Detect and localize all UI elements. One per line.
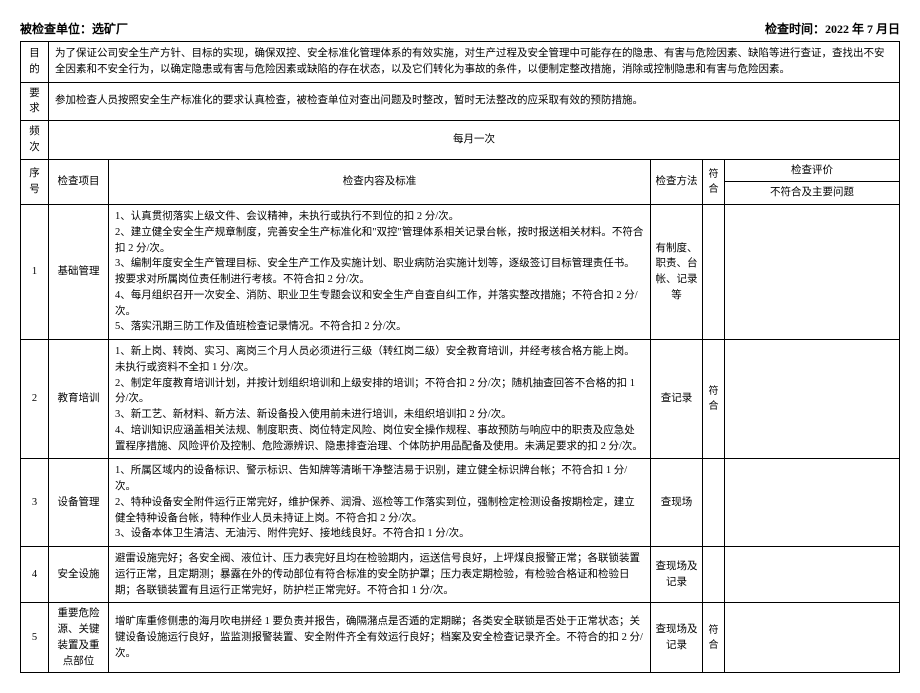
method-cell: 查现场及记录 xyxy=(651,547,703,603)
seq-cell: 3 xyxy=(21,459,49,547)
method-cell: 查现场及记录 xyxy=(651,603,703,673)
content-cell: 1、所属区域内的设备标识、警示标识、告知牌等清晰干净整洁易于识别，建立健全标识牌… xyxy=(109,459,651,547)
eval-cell xyxy=(725,205,900,340)
content-header: 检查内容及标准 xyxy=(109,159,651,205)
fuhe-cell: 符合 xyxy=(703,340,725,459)
item-cell: 基础管理 xyxy=(49,205,109,340)
item-cell: 安全设施 xyxy=(49,547,109,603)
fuhe-cell xyxy=(703,547,725,603)
fuhe-cell xyxy=(703,459,725,547)
table-row: 5重要危险源、关键装置及重点部位增旷库重修侧患的海月吹电拼经 1 要负责并报告，… xyxy=(21,603,900,673)
eval-cell xyxy=(725,340,900,459)
unit-label: 被检查单位：选矿厂 xyxy=(20,20,128,37)
inspection-table: 目的 为了保证公司安全生产方针、目标的实现，确保双控、安全标准化管理体系的有效实… xyxy=(20,41,900,673)
purpose-row: 目的 为了保证公司安全生产方针、目标的实现，确保双控、安全标准化管理体系的有效实… xyxy=(21,42,900,83)
eval-sub-header: 不符合及主要问题 xyxy=(725,182,900,205)
seq-cell: 4 xyxy=(21,547,49,603)
method-cell: 查现场 xyxy=(651,459,703,547)
method-cell: 查记录 xyxy=(651,340,703,459)
table-row: 3设备管理1、所属区域内的设备标识、警示标识、告知牌等清晰干净整洁易于识别，建立… xyxy=(21,459,900,547)
require-label: 要求 xyxy=(21,82,49,121)
seq-cell: 2 xyxy=(21,340,49,459)
content-cell: 1、认真贯彻落实上级文件、会议精神，未执行或执行不到位的扣 2 分/次。 2、建… xyxy=(109,205,651,340)
freq-label: 频次 xyxy=(21,121,49,160)
item-header: 检查项目 xyxy=(49,159,109,205)
seq-cell: 5 xyxy=(21,603,49,673)
content-cell: 增旷库重修侧患的海月吹电拼经 1 要负责并报告，确隔潴点是否遁的定期睇；各类安全… xyxy=(109,603,651,673)
fuhe-header: 符合 xyxy=(703,159,725,205)
header-row-1: 序号 检查项目 检查内容及标准 检查方法 符合 检查评价 xyxy=(21,159,900,182)
seq-cell: 1 xyxy=(21,205,49,340)
fuhe-cell: 符合 xyxy=(703,603,725,673)
content-cell: 1、新上岗、转岗、实习、离岗三个月人员必须进行三级（转红岗二级）安全教育培训，并… xyxy=(109,340,651,459)
eval-cell xyxy=(725,459,900,547)
eval-cell xyxy=(725,603,900,673)
content-cell: 避雷设施完好；各安全阀、液位计、压力表完好且均在检验期内，运送信号良好，上坪煤良… xyxy=(109,547,651,603)
table-row: 4安全设施避雷设施完好；各安全阀、液位计、压力表完好且均在检验期内，运送信号良好… xyxy=(21,547,900,603)
time-label: 检查时间：2022 年 7 月日 xyxy=(765,20,900,37)
fuhe-cell xyxy=(703,205,725,340)
item-cell: 重要危险源、关键装置及重点部位 xyxy=(49,603,109,673)
table-row: 2教育培训1、新上岗、转岗、实习、离岗三个月人员必须进行三级（转红岗二级）安全教… xyxy=(21,340,900,459)
require-row: 要求 参加检查人员按照安全生产标准化的要求认真检查，被检查单位对查出问题及时整改… xyxy=(21,82,900,121)
eval-header: 检查评价 xyxy=(725,159,900,182)
method-header: 检查方法 xyxy=(651,159,703,205)
freq-text: 每月一次 xyxy=(49,121,900,160)
table-row: 1基础管理1、认真贯彻落实上级文件、会议精神，未执行或执行不到位的扣 2 分/次… xyxy=(21,205,900,340)
frequency-row: 频次 每月一次 xyxy=(21,121,900,160)
doc-header: 被检查单位：选矿厂 检查时间：2022 年 7 月日 xyxy=(20,20,900,37)
purpose-text: 为了保证公司安全生产方针、目标的实现，确保双控、安全标准化管理体系的有效实施，对… xyxy=(49,42,900,83)
seq-header: 序号 xyxy=(21,159,49,205)
item-cell: 教育培训 xyxy=(49,340,109,459)
require-text: 参加检查人员按照安全生产标准化的要求认真检查，被检查单位对查出问题及时整改，暂时… xyxy=(49,82,900,121)
purpose-label: 目的 xyxy=(21,42,49,83)
method-cell: 有制度、职责、台帐、记录等 xyxy=(651,205,703,340)
item-cell: 设备管理 xyxy=(49,459,109,547)
eval-cell xyxy=(725,547,900,603)
